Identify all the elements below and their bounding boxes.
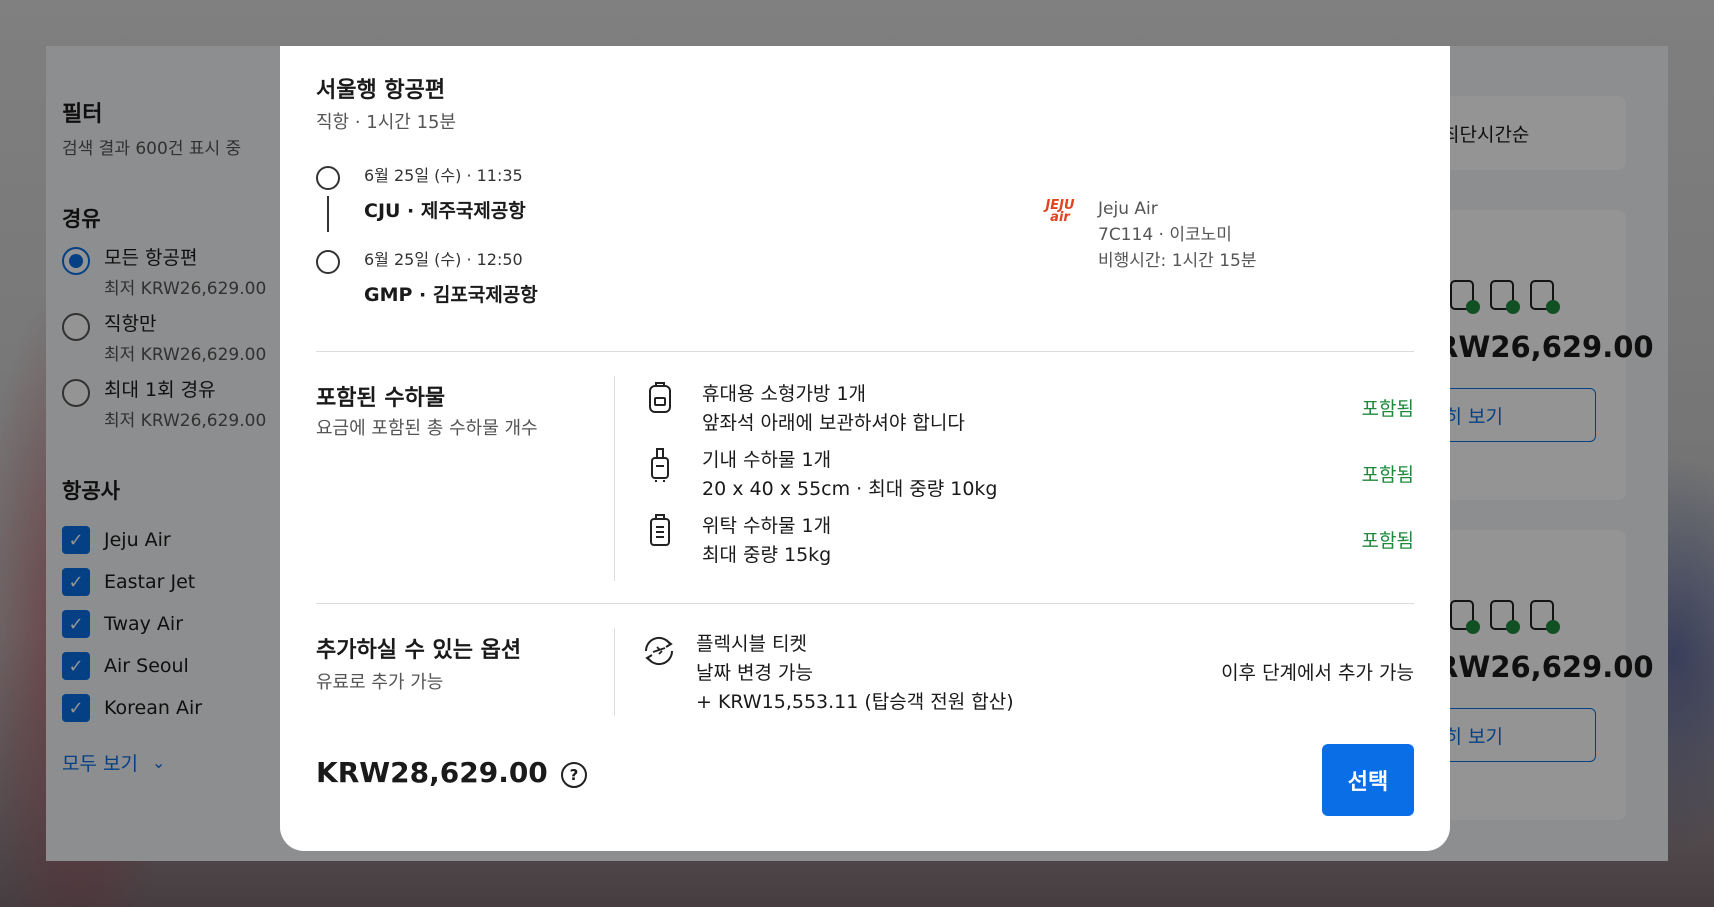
departure-airport: CJU · 제주국제공항 xyxy=(364,200,526,222)
included-badge: 포함됨 xyxy=(1361,530,1414,552)
baggage-item-detail: 앞좌석 아래에 보관하셔야 합니다 xyxy=(702,412,965,434)
route-line xyxy=(327,196,329,232)
vertical-divider xyxy=(614,628,615,716)
option-detail: 날짜 변경 가능 xyxy=(696,662,813,684)
baggage-item-title: 위탁 수하물 1개 xyxy=(702,515,832,537)
arrival-segment: 6월 25일 (수) · 12:50 GMP · 김포국제공항 xyxy=(316,246,538,307)
help-icon[interactable]: ? xyxy=(561,762,587,788)
total-price: KRW28,629.00 xyxy=(316,756,548,789)
flight-number: 7C114 · 이코노미 xyxy=(1098,225,1232,245)
baggage-item-personal: 휴대용 소형가방 1개앞좌석 아래에 보관하셔야 합니다 포함됨 xyxy=(646,380,1414,438)
options-title: 추가하실 수 있는 옵션 xyxy=(316,638,522,663)
modal-subtitle: 직항 · 1시간 15분 xyxy=(316,112,457,133)
flexible-ticket-option: 플렉시블 티켓 날짜 변경 가능 + KRW15,553.11 (탑승객 전원 … xyxy=(644,630,1414,717)
arrival-time: 6월 25일 (수) · 12:50 xyxy=(364,250,523,269)
included-badge: 포함됨 xyxy=(1361,464,1414,486)
option-status: 이후 단계에서 추가 가능 xyxy=(1221,662,1414,684)
baggage-item-title: 휴대용 소형가방 1개 xyxy=(702,383,867,405)
baggage-title: 포함된 수하물 xyxy=(316,386,446,411)
arrival-dot-icon xyxy=(316,250,340,274)
departure-segment: 6월 25일 (수) · 11:35 CJU · 제주국제공항 xyxy=(316,162,526,223)
backpack-icon xyxy=(646,380,674,414)
cabin-bag-icon xyxy=(646,446,674,482)
included-badge: 포함됨 xyxy=(1361,398,1414,420)
departure-time: 6월 25일 (수) · 11:35 xyxy=(364,166,523,185)
vertical-divider xyxy=(614,376,615,581)
options-subtitle: 유료로 추가 가능 xyxy=(316,672,444,693)
baggage-item-cabin: 기내 수하물 1개 20 x 40 x 55cm · 최대 중량 10kg 포함됨 xyxy=(646,446,1414,504)
flight-details-modal: 서울행 항공편 직항 · 1시간 15분 6월 25일 (수) · 11:35 … xyxy=(280,46,1450,851)
select-button[interactable]: 선택 xyxy=(1322,744,1414,816)
baggage-subtitle: 요금에 포함된 총 수하물 개수 xyxy=(316,418,538,439)
divider xyxy=(316,603,1414,604)
baggage-item-checked: 위탁 수하물 1개최대 중량 15kg 포함됨 xyxy=(646,512,1414,570)
jeju-air-logo: JEJU air xyxy=(1045,198,1075,225)
airline-name: Jeju Air xyxy=(1098,199,1158,219)
airline-info: JEJU air Jeju Air 7C114 · 이코노미 비행시간: 1시간 … xyxy=(1036,196,1256,274)
option-title: 플렉시블 티켓 xyxy=(696,633,807,655)
option-price: + KRW15,553.11 (탑승객 전원 합산) xyxy=(696,691,1014,713)
departure-dot-icon xyxy=(316,166,340,190)
divider xyxy=(316,351,1414,352)
modal-title: 서울행 항공편 xyxy=(316,78,446,103)
checked-bag-icon xyxy=(646,512,674,548)
arrival-airport: GMP · 김포국제공항 xyxy=(364,284,538,306)
flexible-ticket-icon xyxy=(640,634,678,672)
baggage-item-title: 기내 수하물 1개 xyxy=(702,449,832,471)
baggage-item-detail: 20 x 40 x 55cm · 최대 중량 10kg xyxy=(702,478,998,500)
flight-duration: 비행시간: 1시간 15분 xyxy=(1098,251,1257,271)
baggage-item-detail: 최대 중량 15kg xyxy=(702,544,832,566)
